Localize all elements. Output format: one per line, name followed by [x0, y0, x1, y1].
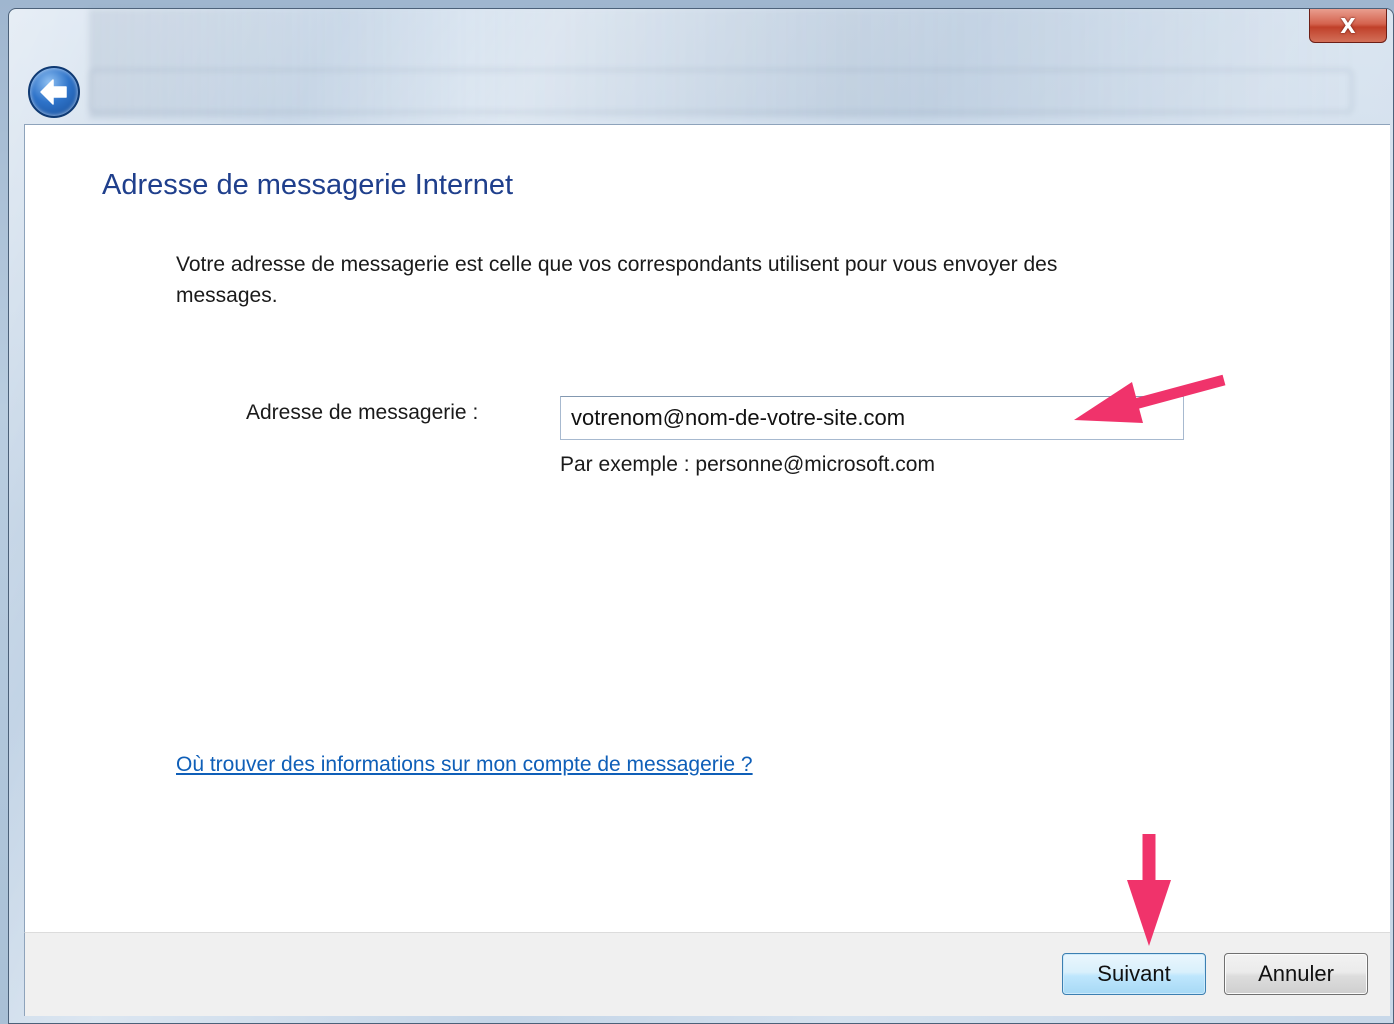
help-link[interactable]: Où trouver des informations sur mon comp… [176, 753, 753, 777]
back-button[interactable] [28, 66, 80, 118]
cancel-button[interactable]: Annuler [1224, 953, 1368, 995]
email-input[interactable] [560, 396, 1184, 440]
next-button[interactable]: Suivant [1062, 953, 1206, 995]
close-icon: X [1340, 13, 1356, 38]
email-label: Adresse de messagerie : [246, 401, 479, 424]
wizard-content: Adresse de messagerie Internet Votre adr… [24, 124, 1390, 932]
email-example-text: Par exemple : personne@microsoft.com [560, 453, 935, 476]
intro-text: Votre adresse de messagerie est celle qu… [176, 253, 1058, 307]
back-arrow-icon [40, 79, 67, 105]
close-button[interactable]: X [1309, 9, 1387, 43]
blurred-background [89, 9, 1359, 119]
button-bar: Suivant Annuler [24, 932, 1390, 1016]
page-title: Adresse de messagerie Internet [102, 169, 514, 201]
blurred-background-bar [89, 69, 1353, 113]
